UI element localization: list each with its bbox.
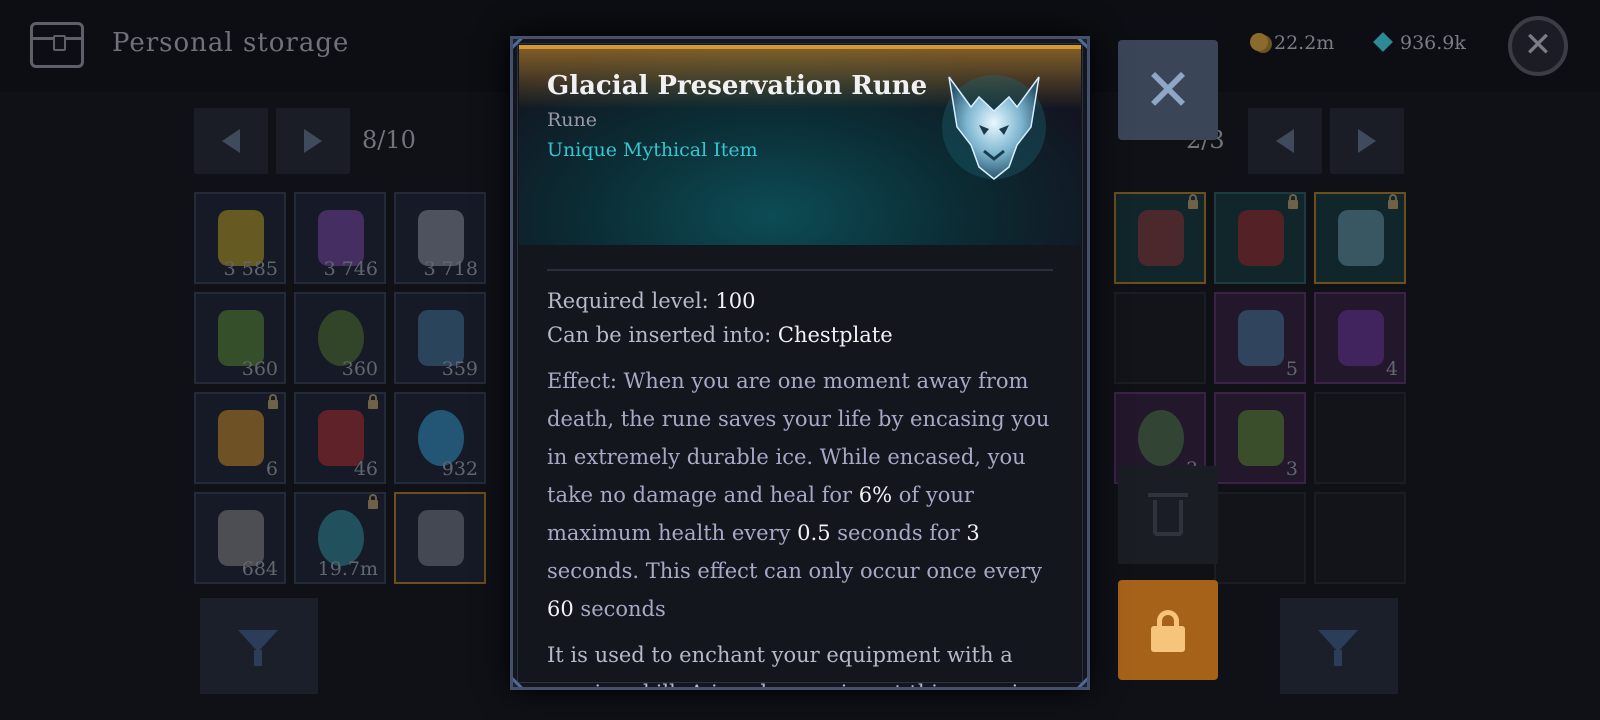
- item-tooltip: Glacial Preservation Rune Rune Unique My…: [510, 36, 1090, 690]
- lock-icon: [368, 494, 378, 509]
- lock-icon: [1188, 194, 1198, 209]
- equipment-slot[interactable]: [1214, 492, 1306, 584]
- gold-counter: 22.2m: [1250, 32, 1334, 54]
- rune-icon: [942, 75, 1046, 180]
- storage-slot[interactable]: 3 585: [194, 192, 286, 284]
- lock-item-button[interactable]: [1118, 580, 1218, 680]
- chevron-left-icon: [222, 129, 240, 153]
- storage-slot[interactable]: 3 746: [294, 192, 386, 284]
- insert-slot-row: Can be inserted into: Chestplate: [547, 318, 1061, 352]
- rune-icon: [1138, 410, 1184, 466]
- equipment-next-page-button[interactable]: [1330, 108, 1404, 174]
- rune-icon: [218, 410, 264, 466]
- filter-transfer-right-button[interactable]: [1280, 598, 1398, 694]
- gem-amount: 936.9k: [1400, 32, 1466, 54]
- equipment-prev-page-button[interactable]: [1248, 108, 1322, 174]
- storage-page-indicator: 8/10: [362, 126, 416, 154]
- frame-corner: [513, 677, 523, 687]
- delete-button[interactable]: [1118, 466, 1218, 564]
- storage-slot[interactable]: 360: [294, 292, 386, 384]
- storage-slot[interactable]: 684: [194, 492, 286, 584]
- storage-slot[interactable]: 932: [394, 392, 486, 484]
- storage-slot[interactable]: 3 718: [394, 192, 486, 284]
- equipment-slot[interactable]: 5: [1214, 292, 1306, 384]
- close-storage-button[interactable]: ✕: [1508, 16, 1568, 76]
- filter-icon: [238, 630, 278, 652]
- storage-slot[interactable]: 46: [294, 392, 386, 484]
- divider: [547, 269, 1053, 271]
- insert-slot-label: Can be inserted into:: [547, 323, 772, 347]
- tooltip-header: Glacial Preservation Rune Rune Unique My…: [519, 45, 1081, 245]
- heal-percent: 6%: [858, 483, 893, 507]
- lock-icon: [368, 394, 378, 409]
- rune-icon: [1238, 310, 1284, 366]
- chevron-right-icon: [304, 129, 322, 153]
- chevron-left-icon: [1276, 129, 1294, 153]
- equipment-slot[interactable]: [1314, 392, 1406, 484]
- filter-transfer-left-button[interactable]: [200, 598, 318, 694]
- lock-icon: [1288, 194, 1298, 209]
- close-tooltip-button[interactable]: ✕: [1118, 40, 1218, 140]
- gem-item-icon: [1238, 210, 1284, 266]
- required-level-label: Required level:: [547, 289, 709, 313]
- item-rarity: Unique Mythical Item: [547, 139, 758, 161]
- item-name: Glacial Preservation Rune: [547, 71, 928, 101]
- storage-slot[interactable]: 359: [394, 292, 486, 384]
- equipment-slot[interactable]: [1314, 192, 1406, 284]
- rune-icon: [1338, 310, 1384, 366]
- storage-slot[interactable]: 19.7m: [294, 492, 386, 584]
- storage-prev-page-button[interactable]: [194, 108, 268, 174]
- lock-icon: [268, 394, 278, 409]
- storage-slot[interactable]: [394, 492, 486, 584]
- gold-amount: 22.2m: [1274, 32, 1335, 54]
- storage-slot[interactable]: 6: [194, 392, 286, 484]
- rune-icon: [1238, 410, 1284, 466]
- coin-icon: [1250, 33, 1268, 51]
- equipment-slot[interactable]: [1214, 192, 1306, 284]
- effect-cooldown: 60: [547, 597, 574, 621]
- equipment-slot[interactable]: 3: [1214, 392, 1306, 484]
- item-type: Rune: [547, 109, 598, 131]
- heal-interval: 0.5: [797, 521, 831, 545]
- effect-duration: 3: [966, 521, 980, 545]
- required-level-row: Required level: 100: [547, 284, 1061, 318]
- trash-icon: [1148, 493, 1188, 497]
- gem-item-icon: [1138, 210, 1184, 266]
- storage-slot[interactable]: 360: [194, 292, 286, 384]
- tooltip-body: Required level: 100 Can be inserted into…: [547, 284, 1061, 687]
- equipment-slot[interactable]: [1314, 492, 1406, 584]
- lock-icon: [1388, 194, 1398, 209]
- rune-icon: [1338, 210, 1384, 266]
- equipment-slot[interactable]: [1114, 192, 1206, 284]
- gem-icon: [1373, 32, 1393, 52]
- filter-icon: [1318, 630, 1358, 652]
- equipment-slot[interactable]: 4: [1314, 292, 1406, 384]
- item-description: It is used to enchant your equipment wit…: [547, 643, 1032, 687]
- gem-counter: 936.9k: [1373, 32, 1466, 54]
- frame-corner: [1077, 677, 1087, 687]
- storage-next-page-button[interactable]: [276, 108, 350, 174]
- insert-slot-value: Chestplate: [777, 323, 893, 347]
- effect-text: Effect: When you are one moment away fro…: [547, 369, 1050, 621]
- required-level-value: 100: [715, 289, 756, 313]
- equipment-slot[interactable]: [1114, 292, 1206, 384]
- chest-icon: [30, 22, 84, 68]
- page-title: Personal storage: [112, 28, 350, 58]
- cube-icon: [418, 510, 464, 566]
- chevron-right-icon: [1358, 129, 1376, 153]
